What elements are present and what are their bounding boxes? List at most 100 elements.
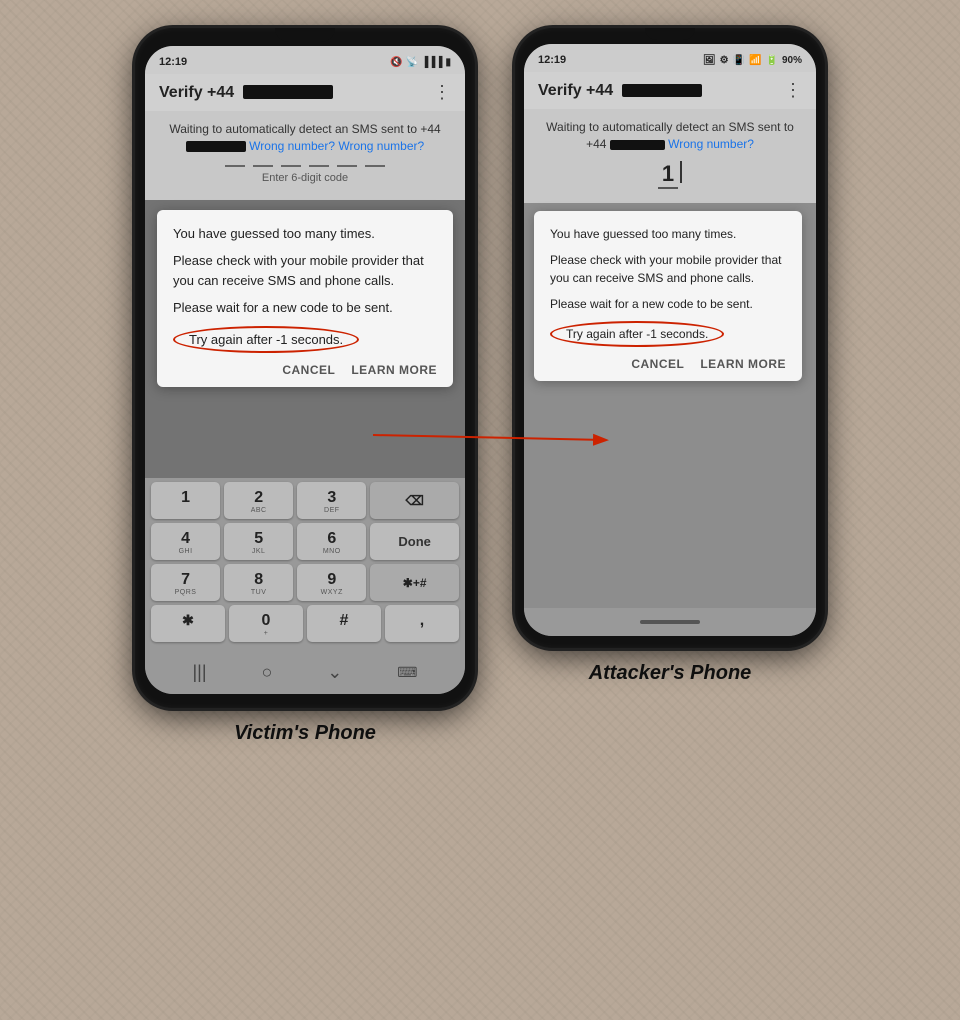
attacker-dialog-line1: You have guessed too many times. xyxy=(550,225,786,243)
signal-icon: ▐▐▐ xyxy=(421,57,442,68)
attacker-battery-pct: 90% xyxy=(782,55,802,66)
victim-phone: 12:19 🔇 📡 ▐▐▐ ▮ Verify +44 ⋮ xyxy=(135,28,475,708)
victim-label: Victim's Phone xyxy=(234,722,376,745)
code-dash-6 xyxy=(365,165,385,167)
nav-recents-icon[interactable]: ⌄ xyxy=(327,662,342,683)
code-dash-3 xyxy=(281,165,301,167)
key-6[interactable]: 6MNO xyxy=(297,523,366,560)
victim-menu-icon[interactable]: ⋮ xyxy=(433,82,451,103)
victim-code-input[interactable] xyxy=(159,165,451,167)
attacker-learn-btn[interactable]: LEARN MORE xyxy=(700,357,786,371)
key-hash[interactable]: # xyxy=(307,605,381,642)
attacker-number-redacted xyxy=(610,140,665,150)
nav-back-icon[interactable]: ||| xyxy=(192,662,206,683)
victim-keyboard-row-4: ✱ 0+ # , xyxy=(151,605,459,642)
key-1[interactable]: 1 xyxy=(151,482,220,519)
wifi-icon: 📡 xyxy=(406,57,418,68)
attacker-battery: 🔋 xyxy=(766,55,778,66)
victim-dialog-highlighted: Try again after -1 seconds. xyxy=(173,326,359,353)
attacker-redacted xyxy=(622,84,702,97)
victim-app-title: Verify +44 xyxy=(159,84,234,101)
battery-icon: ▮ xyxy=(445,57,451,68)
key-8[interactable]: 8TUV xyxy=(224,564,293,601)
key-0[interactable]: 0+ xyxy=(229,605,303,642)
key-4[interactable]: 4GHI xyxy=(151,523,220,560)
victim-dialog-buttons: CANCEL LEARN MORE xyxy=(173,363,437,377)
victim-phone-notch xyxy=(275,28,335,42)
attacker-dialog-overlay: You have guessed too many times. Please … xyxy=(524,203,816,608)
victim-number-redacted xyxy=(186,141,246,152)
key-7[interactable]: 7PQRS xyxy=(151,564,220,601)
victim-dialog-overlay: You have guessed too many times. Please … xyxy=(145,200,465,478)
nav-home-icon[interactable]: ○ xyxy=(261,662,272,683)
key-symbols[interactable]: ✱+# xyxy=(370,564,459,601)
gallery-icon: 🖼 xyxy=(703,55,716,66)
victim-dialog-highlighted-wrapper: Try again after -1 seconds. xyxy=(173,326,437,353)
attacker-cancel-btn[interactable]: CANCEL xyxy=(631,357,684,371)
attacker-app-header: Verify +44 ⋮ xyxy=(524,72,816,109)
attacker-dialog-highlighted-wrapper: Try again after -1 seconds. xyxy=(550,321,786,347)
victim-status-icons: 🔇 📡 ▐▐▐ ▮ xyxy=(390,57,451,68)
key-done[interactable]: Done xyxy=(370,523,459,560)
attacker-menu-icon[interactable]: ⋮ xyxy=(784,80,802,101)
attacker-waiting-text: Waiting to automatically detect an SMS s… xyxy=(538,119,802,153)
victim-app-header: Verify +44 ⋮ xyxy=(145,74,465,111)
victim-keyboard-row-1: 1 2ABC 3DEF ⌫ xyxy=(151,482,459,519)
victim-dialog: You have guessed too many times. Please … xyxy=(157,210,453,387)
code-dash-2 xyxy=(253,165,273,167)
key-9[interactable]: 9WXYZ xyxy=(297,564,366,601)
attacker-phone-screen: 12:19 🖼 ⚙ 📳 📶 🔋 90% Verify +44 xyxy=(524,44,816,636)
attacker-label: Attacker's Phone xyxy=(589,662,752,685)
mute-icon: 🔇 xyxy=(390,57,402,68)
victim-keyboard-row-3: 7PQRS 8TUV 9WXYZ ✱+# xyxy=(151,564,459,601)
victim-dialog-line3: Please wait for a new code to be sent. xyxy=(173,298,437,318)
victim-keyboard: 1 2ABC 3DEF ⌫ 4GHI 5JKL 6MNO Done 7PQR xyxy=(145,478,465,650)
attacker-nav-bar xyxy=(524,608,816,636)
attacker-vibrate-icon: 📳 xyxy=(733,55,745,66)
attacker-dialog-line2: Please check with your mobile provider t… xyxy=(550,251,786,287)
attacker-app-title: Verify +44 xyxy=(538,82,613,99)
attacker-dialog-line3: Please wait for a new code to be sent. xyxy=(550,295,786,313)
key-comma[interactable]: , xyxy=(385,605,459,642)
attacker-status-bar: 12:19 🖼 ⚙ 📳 📶 🔋 90% xyxy=(524,44,816,72)
victim-time: 12:19 xyxy=(159,56,187,68)
attacker-status-icons: 🖼 ⚙ 📳 📶 🔋 90% xyxy=(703,55,802,66)
victim-waiting-text: Waiting to automatically detect an SMS s… xyxy=(159,121,451,155)
victim-dialog-line1: You have guessed too many times. xyxy=(173,224,437,244)
victim-keyboard-row-2: 4GHI 5JKL 6MNO Done xyxy=(151,523,459,560)
attacker-phone: 12:19 🖼 ⚙ 📳 📶 🔋 90% Verify +44 xyxy=(515,28,825,648)
attacker-dialog: You have guessed too many times. Please … xyxy=(534,211,802,381)
victim-app-content: Waiting to automatically detect an SMS s… xyxy=(145,111,465,200)
attacker-dialog-buttons: CANCEL LEARN MORE xyxy=(550,357,786,371)
victim-redacted xyxy=(243,85,333,99)
attacker-dialog-highlighted: Try again after -1 seconds. xyxy=(550,321,724,347)
key-star[interactable]: ✱ xyxy=(151,605,225,642)
attacker-phone-notch xyxy=(645,28,695,40)
code-dash-1 xyxy=(225,165,245,167)
key-5[interactable]: 5JKL xyxy=(224,523,293,560)
victim-dialog-line2: Please check with your mobile provider t… xyxy=(173,251,437,290)
attacker-time: 12:19 xyxy=(538,54,566,66)
victim-cancel-btn[interactable]: CANCEL xyxy=(282,363,335,377)
victim-enter-code: Enter 6-digit code xyxy=(159,172,451,190)
attacker-wifi-icon: 📶 xyxy=(749,55,761,66)
key-2[interactable]: 2ABC xyxy=(224,482,293,519)
victim-phone-screen: 12:19 🔇 📡 ▐▐▐ ▮ Verify +44 ⋮ xyxy=(145,46,465,694)
attacker-cursor xyxy=(680,161,682,183)
key-3[interactable]: 3DEF xyxy=(297,482,366,519)
settings-icon: ⚙ xyxy=(720,55,729,66)
attacker-phone-wrapper: 12:19 🖼 ⚙ 📳 📶 🔋 90% Verify +44 xyxy=(515,28,825,685)
victim-phone-wrapper: 12:19 🔇 📡 ▐▐▐ ▮ Verify +44 ⋮ xyxy=(135,28,475,745)
victim-learn-btn[interactable]: LEARN MORE xyxy=(351,363,437,377)
key-backspace[interactable]: ⌫ xyxy=(370,482,459,519)
attacker-home-indicator xyxy=(640,620,700,624)
victim-status-bar: 12:19 🔇 📡 ▐▐▐ ▮ xyxy=(145,46,465,74)
attacker-digit-area: 1 xyxy=(538,153,802,193)
attacker-digit-1: 1 xyxy=(658,161,678,189)
code-dash-4 xyxy=(309,165,329,167)
code-dash-5 xyxy=(337,165,357,167)
nav-keyboard-icon[interactable]: ⌨ xyxy=(397,664,417,681)
attacker-app-content: Waiting to automatically detect an SMS s… xyxy=(524,109,816,203)
victim-nav-bar: ||| ○ ⌄ ⌨ xyxy=(145,650,465,694)
attacker-title-area: Verify +44 xyxy=(538,82,784,100)
